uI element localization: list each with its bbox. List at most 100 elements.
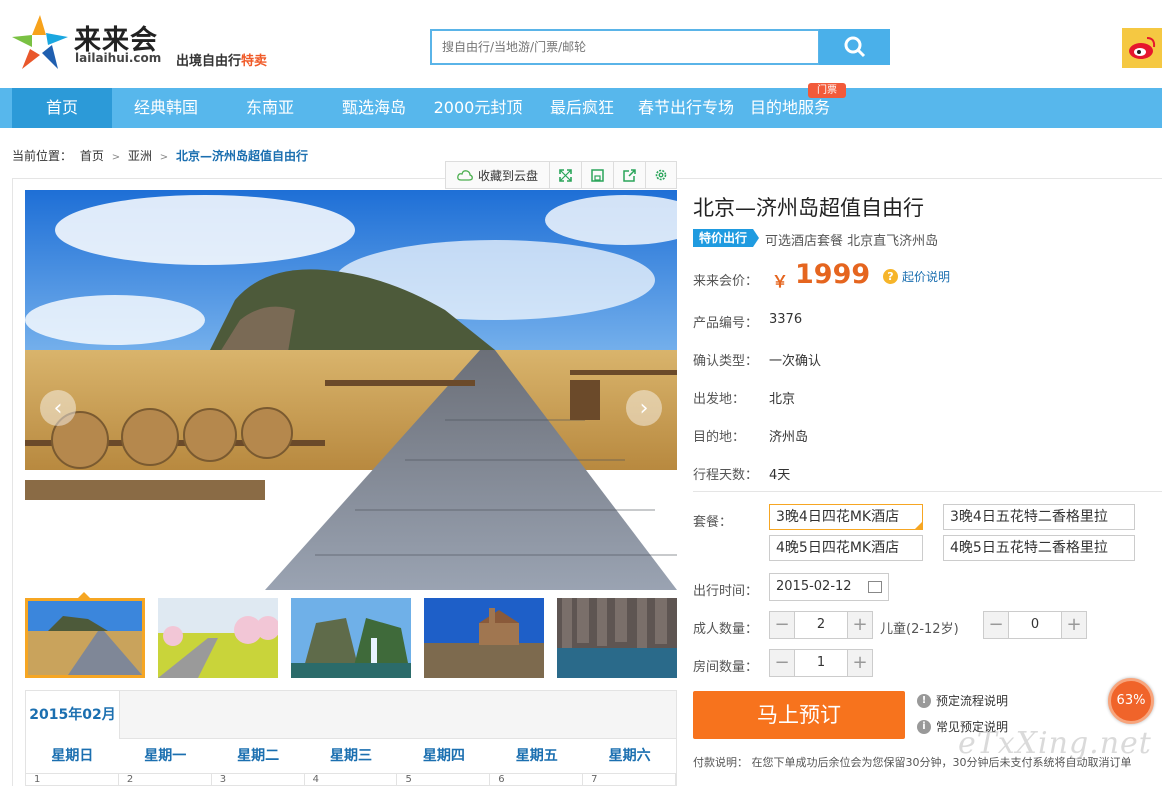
product-id-value: 3376 — [769, 312, 803, 327]
question-icon: ? — [883, 269, 898, 284]
nav-item-2000-cap[interactable]: 2000元封顶 — [428, 88, 528, 128]
slogan: 出境自由行特卖 — [176, 50, 267, 69]
departure-value: 北京 — [769, 392, 796, 407]
package-option-4[interactable]: 4晚5日五花特二香格里拉 — [943, 535, 1135, 561]
search-input[interactable] — [432, 31, 818, 63]
confirm-type-value: 一次确认 — [769, 354, 822, 369]
breadcrumb-home[interactable]: 首页 — [80, 149, 104, 163]
child-count-value[interactable]: 0 — [1008, 612, 1062, 638]
image-toolbar: 收藏到云盘 — [445, 161, 677, 189]
next-image-button[interactable]: › — [626, 390, 662, 426]
prev-image-button[interactable]: ‹ — [40, 390, 76, 426]
calendar-week-row: 1 2 3 4 5 6 7 — [26, 773, 677, 786]
weibo-icon[interactable] — [1122, 28, 1162, 68]
share-icon — [623, 168, 636, 182]
weekday-wed: 星期三 — [330, 748, 372, 764]
package-option-3[interactable]: 4晚5日四花MK酒店 — [769, 535, 923, 561]
destination-value: 济州岛 — [769, 430, 809, 445]
price-value: 1999 — [795, 259, 871, 290]
weekday-mon: 星期一 — [144, 748, 187, 764]
logo-domain: lailaihui.com — [75, 51, 162, 65]
calendar-day[interactable]: 5 — [397, 774, 491, 786]
confirm-type-label: 确认类型： — [693, 354, 759, 369]
product-title: 北京—济州岛超值自由行 — [693, 196, 924, 220]
room-decrease-button[interactable]: − — [770, 650, 794, 676]
package-label: 套餐： — [693, 515, 733, 530]
thumbnail-3[interactable] — [291, 598, 411, 678]
nav-item-spring-festival[interactable]: 春节出行专场 — [634, 88, 738, 128]
nav-item-islands[interactable]: 甄选海岛 — [330, 88, 418, 128]
calendar-day[interactable]: 2 — [119, 774, 212, 786]
main-nav: 首页 经典韩国 东南亚 甄选海岛 2000元封顶 最后疯狂 春节出行专场 目的地… — [0, 88, 1162, 128]
search-button[interactable] — [819, 29, 890, 65]
child-increase-button[interactable]: + — [1062, 612, 1086, 638]
travel-date-label: 出行时间： — [693, 584, 759, 599]
price-label: 来来会价： — [693, 274, 759, 289]
breadcrumb-separator-icon: > — [111, 152, 121, 163]
site-header: 来来会 lailaihui.com 出境自由行特卖 — [0, 0, 1162, 88]
product-id-label: 产品编号： — [693, 316, 759, 331]
calendar-day[interactable]: 3 — [212, 774, 305, 786]
book-now-button[interactable]: 马上预订 — [693, 691, 905, 739]
price-help-label: 起价说明 — [902, 270, 951, 284]
weekday-sat: 星期六 — [608, 748, 651, 764]
product-subtitle: 可选酒店套餐 北京直飞济州岛 — [765, 234, 939, 249]
weekday-fri: 星期五 — [515, 748, 558, 764]
nav-item-last-minute[interactable]: 最后疯狂 — [540, 88, 624, 128]
chevron-left-icon: ‹ — [53, 395, 63, 421]
nav-item-korea[interactable]: 经典韩国 — [118, 88, 214, 128]
calendar-day[interactable]: 4 — [305, 774, 398, 786]
thumbnail-2[interactable] — [158, 598, 278, 678]
child-decrease-button[interactable]: − — [984, 612, 1008, 638]
breadcrumb-asia[interactable]: 亚洲 — [128, 149, 152, 163]
room-count-value[interactable]: 1 — [794, 650, 848, 676]
departure-label: 出发地： — [693, 392, 746, 407]
save-image-button[interactable] — [582, 162, 614, 188]
room-count-label: 房间数量： — [693, 660, 759, 675]
adult-decrease-button[interactable]: − — [770, 612, 794, 638]
travel-date-input[interactable]: 2015-02-12 — [769, 573, 889, 601]
info-icon: i — [917, 719, 931, 734]
expand-icon — [559, 168, 572, 182]
adult-count-value[interactable]: 2 — [794, 612, 848, 638]
save-to-cloud-button[interactable]: 收藏到云盘 — [446, 162, 550, 188]
fullscreen-button[interactable] — [550, 162, 582, 188]
child-count-stepper: − 0 + — [983, 611, 1087, 639]
nav-item-home[interactable]: 首页 — [12, 88, 112, 128]
cloud-icon — [457, 170, 473, 181]
special-offer-badge: 特价出行 — [693, 229, 760, 247]
gear-icon — [655, 169, 667, 181]
breadcrumb-current[interactable]: 北京—济州岛超值自由行 — [176, 149, 308, 163]
travel-date-value: 2015-02-12 — [776, 579, 852, 594]
slogan-hot: 特卖 — [241, 54, 268, 69]
thumbnail-5[interactable] — [557, 598, 677, 678]
product-main-image[interactable] — [25, 190, 677, 590]
package-option-1[interactable]: 3晚4日四花MK酒店 — [769, 504, 923, 530]
adult-increase-button[interactable]: + — [848, 612, 872, 638]
weekday-thu: 星期四 — [422, 748, 465, 764]
calendar-day[interactable]: 7 — [583, 774, 677, 786]
info-icon: ! — [917, 693, 931, 708]
load-progress-badge[interactable]: 63% — [1108, 678, 1154, 724]
price-help-link[interactable]: ? 起价说明 — [883, 268, 950, 285]
room-increase-button[interactable]: + — [848, 650, 872, 676]
breadcrumb: 当前位置： 首页 > 亚洲 > 北京—济州岛超值自由行 — [12, 147, 312, 164]
destination-label: 目的地： — [693, 430, 746, 445]
booking-process-link[interactable]: ! 预定流程说明 — [917, 692, 1008, 709]
thumbnail-4[interactable] — [424, 598, 544, 678]
chevron-right-icon: › — [639, 395, 649, 421]
calendar-day[interactable]: 1 — [26, 774, 119, 786]
calendar-month-tab[interactable]: 2015年02月 — [26, 691, 120, 739]
calendar-day[interactable]: 6 — [490, 774, 584, 786]
save-to-cloud-label: 收藏到云盘 — [477, 168, 538, 183]
weekday-tue: 星期二 — [237, 748, 280, 764]
thumbnail-1[interactable] — [25, 598, 145, 678]
adult-count-label: 成人数量： — [693, 622, 759, 637]
breadcrumb-separator-icon: > — [159, 152, 169, 163]
logo-star-icon[interactable] — [10, 13, 70, 73]
share-button[interactable] — [614, 162, 646, 188]
booking-process-label: 预定流程说明 — [936, 694, 1009, 708]
package-option-2[interactable]: 3晚4日五花特二香格里拉 — [943, 504, 1135, 530]
settings-button[interactable] — [646, 162, 676, 188]
nav-item-southeast-asia[interactable]: 东南亚 — [226, 88, 314, 128]
